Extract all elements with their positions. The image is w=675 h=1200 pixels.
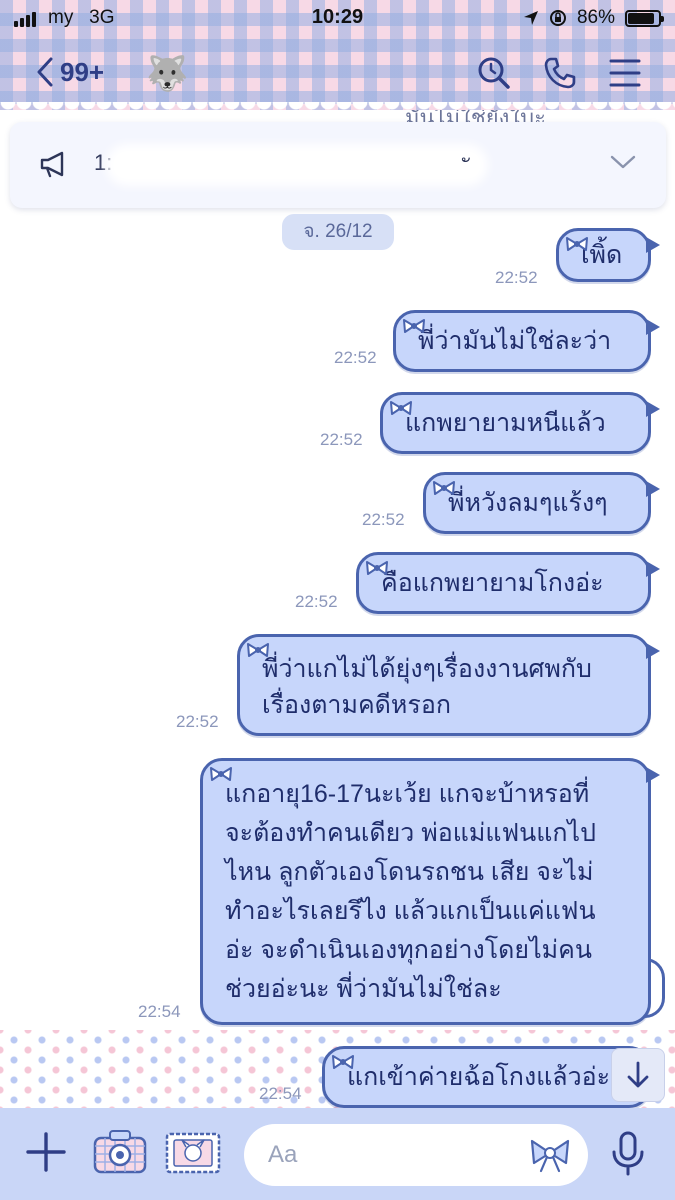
back-button[interactable]: 99+ [36,56,104,88]
orientation-lock-icon [549,10,566,26]
scroll-to-bottom-button[interactable] [611,1048,665,1102]
message-timestamp: 22:52 [320,430,363,449]
message-timestamp: 22:52 [334,348,377,367]
wolf-avatar-icon[interactable]: 🐺 [146,54,188,94]
chat-header: my 3G 10:29 86% 99+ 🐺 [0,0,675,118]
message-timestamp: 22:54 [259,1084,302,1103]
message-timestamp: 22:52 [362,510,405,529]
plus-icon[interactable] [26,1132,66,1172]
message-input[interactable] [268,1138,518,1172]
message-bubble[interactable]: แกพยายามหนีแล้ว [380,392,660,454]
message-timestamp: 22:52 [176,712,219,731]
message-bubble[interactable]: พี่หวังลมๆแร้งๆ [423,472,660,534]
message-line: เรื่องตามคดีหรอก [262,691,451,719]
message-line: พี่ว่าแกไม่ได้ยุ่งๆเรื่องงานศพกับ [262,655,592,683]
bow-icon [331,1041,355,1083]
message-bubble[interactable]: แกเข้าค่ายฉ้อโกงแล้วอ่ะ [322,1046,660,1108]
menu-icon[interactable] [609,56,641,90]
message-timestamp: 22:54 [138,1002,181,1021]
unread-count: 99+ [60,56,105,87]
message-text: แกพยายามหนีแล้ว [405,409,606,437]
message-text: แกเข้าค่ายฉ้อโกงแล้วอ่ะ [347,1063,611,1091]
bow-icon [246,629,270,671]
phone-icon[interactable] [543,56,577,90]
message-line: แกอายุ16-17นะเว้ย แกจะบ้าหรอที่ [225,780,590,808]
megaphone-icon [40,151,64,178]
message-field[interactable] [244,1124,588,1186]
message-bubble[interactable]: คือแกพยายามโกงอ่ะ [356,552,660,614]
message-text: พี่หวังลมๆแร้งๆ [448,489,608,517]
announcement-text-start: 1: [94,150,113,175]
redacted-area [114,152,480,178]
message-line: ไหน ลูกตัวเองโดนรถชน เสีย จะไม่ [225,858,594,886]
message-bubble[interactable]: แกอายุ16-17นะเว้ย แกจะบ้าหรอที่ จะต้องทำ… [200,758,660,1025]
announcement-banner[interactable]: 1: ั [10,122,666,208]
search-icon[interactable] [477,56,511,90]
message-line: ช่วยอ่ะนะ พี่ว่ามันไม่ใช่ละ [225,975,502,1003]
nav-bar: 99+ 🐺 [0,50,675,100]
message-bubble[interactable]: พี่ว่ามันไม่ใช่ละว่า [393,310,660,372]
bow-icon [389,387,413,429]
bow-icon [365,547,389,589]
location-arrow-icon [523,11,538,25]
message-bubble[interactable]: เพิ้ด [556,228,660,282]
battery-icon [625,9,664,27]
bow-icon [432,467,456,509]
bow-icon [209,753,233,795]
photo-album-icon[interactable] [164,1130,222,1176]
status-bar: my 3G 10:29 86% [0,0,675,38]
battery-percent: 86% [576,7,615,28]
chevron-down-icon[interactable] [610,154,636,170]
chat-area[interactable]: มันไม่ใช่ยั่งใบะ 1: ั จ. 26/12 เพิ้ด 22:… [0,110,675,1110]
message-line: อ่ะ จะดำเนินเองทุกอย่างโดยไม่คน [225,936,592,964]
chevron-left-icon [37,57,53,87]
bow-icon [402,305,426,347]
message-line: จะต้องทำคนเดียว พ่อแม่แฟนแกไป [225,819,596,847]
message-bubble[interactable]: พี่ว่าแกไม่ได้ยุ่งๆเรื่องงานศพกับ เรื่อง… [237,634,660,736]
date-separator: จ. 26/12 [282,214,394,250]
message-line: ทำอะไรเลยรึไง แล้วแกเป็นแค่แฟน [225,897,596,925]
camera-icon[interactable] [92,1128,148,1176]
arrow-down-icon [627,1061,649,1088]
message-timestamp: 22:52 [295,592,338,611]
message-timestamp: 22:52 [495,268,538,287]
message-input-bar [0,1108,675,1200]
bow-icon [565,223,589,265]
message-text: พี่ว่ามันไม่ใช่ละว่า [418,327,612,355]
microphone-icon[interactable] [608,1130,648,1176]
message-text: คือแกพยายามโกงอ่ะ [381,569,604,597]
bow-sticker-icon[interactable] [528,1136,572,1174]
